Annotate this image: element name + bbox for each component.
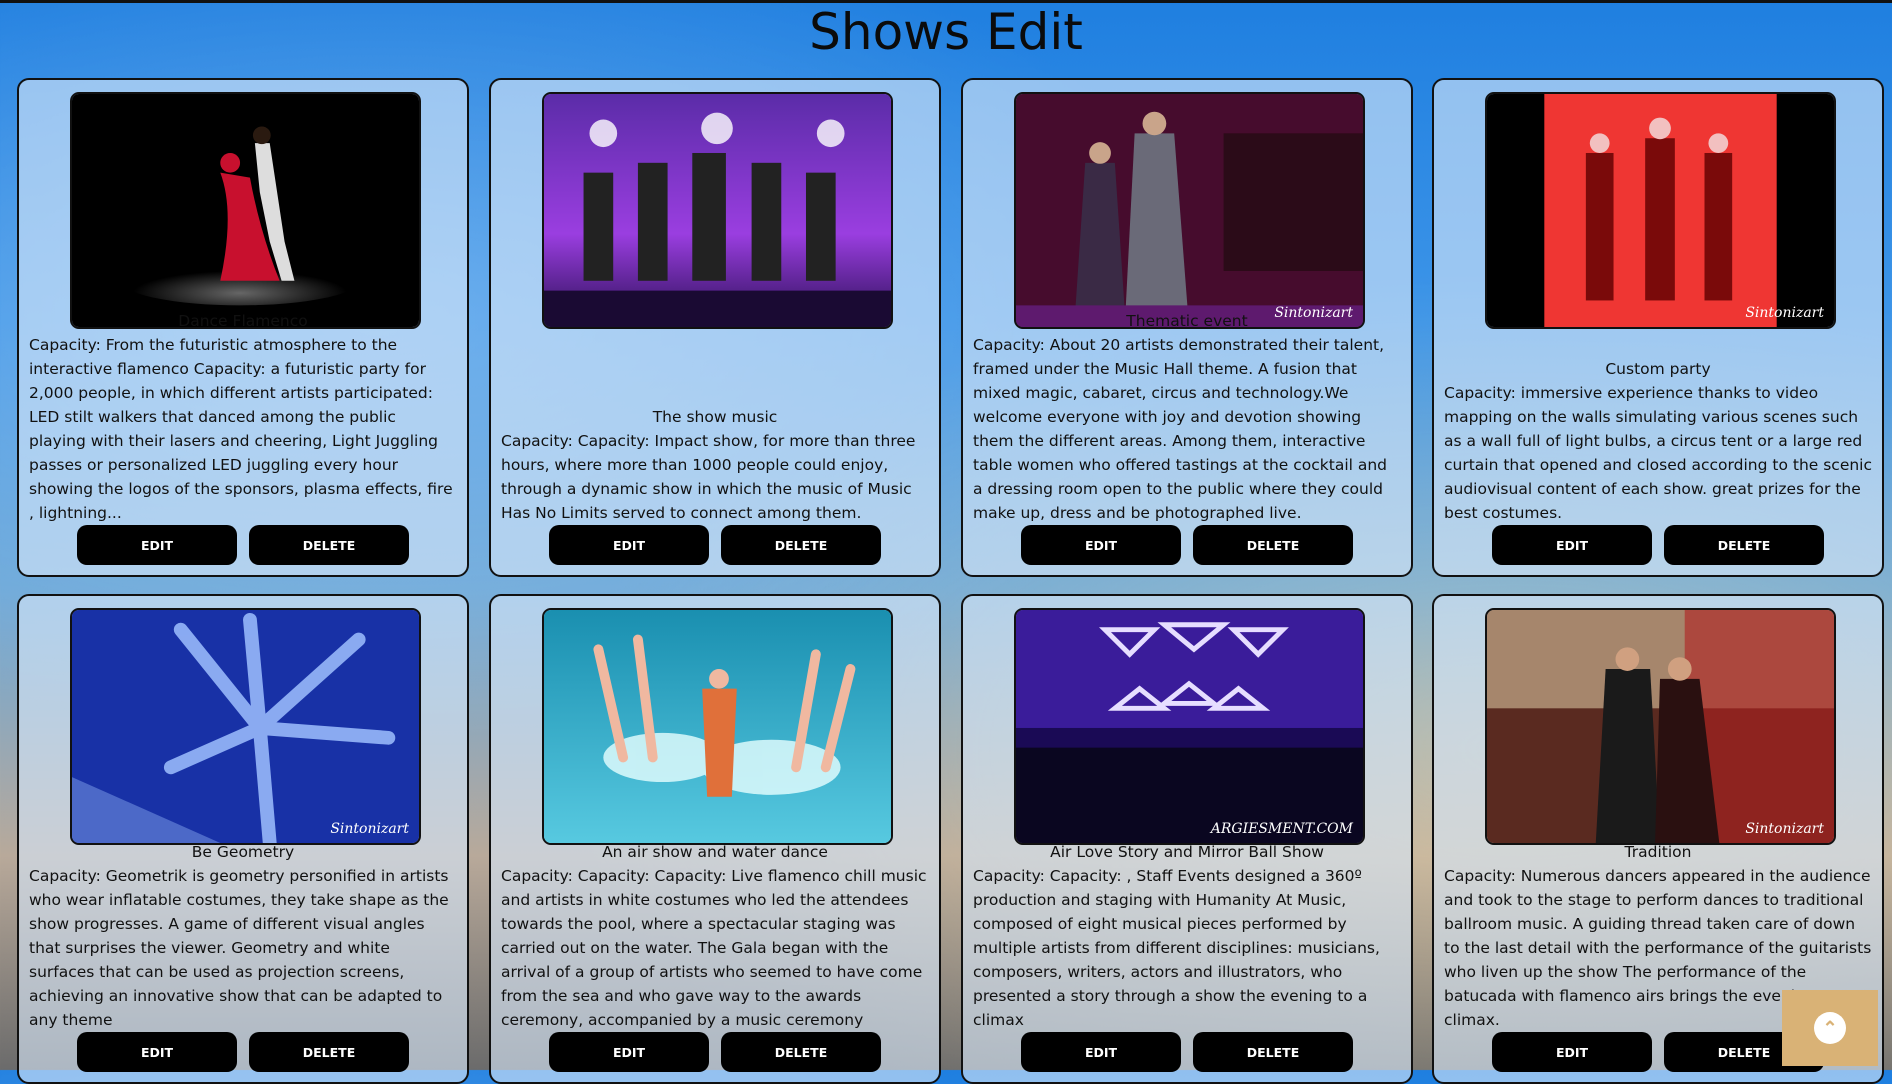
show-text: Air Love Story and Mirror Ball Show Capa…	[973, 843, 1401, 1032]
show-description: Capacity: Geometrik is geometry personif…	[29, 867, 449, 1029]
show-card: Sintonizart Be Geometry Capacity: Geomet…	[17, 594, 469, 1084]
show-text: An air show and water dance Capacity: Ca…	[501, 843, 929, 1032]
delete-button[interactable]: DELETE	[1193, 1032, 1353, 1072]
delete-button[interactable]: DELETE	[721, 1032, 881, 1072]
show-image: Sintonizart	[1485, 608, 1836, 845]
show-card: Dance Flamenco Capacity: From the futuri…	[17, 78, 469, 577]
card-actions: EDIT DELETE	[1434, 525, 1882, 565]
show-name: Thematic event	[1126, 312, 1248, 330]
show-text: Dance Flamenco Capacity: From the futuri…	[29, 312, 457, 525]
show-text: Be Geometry Capacity: Geometrik is geome…	[29, 843, 457, 1032]
edit-button[interactable]: EDIT	[549, 1032, 709, 1072]
shows-grid: Dance Flamenco Capacity: From the futuri…	[0, 0, 1892, 1084]
show-description: Capacity: Capacity: Impact show, for mor…	[501, 432, 916, 522]
card-actions: EDIT DELETE	[491, 525, 939, 565]
show-text: Custom party Capacity: immersive experie…	[1444, 332, 1872, 525]
image-watermark: Sintonizart	[1745, 821, 1824, 837]
show-description: Capacity: immersive experience thanks to…	[1444, 384, 1873, 522]
show-image: Sintonizart	[70, 608, 421, 845]
card-actions: EDIT DELETE	[491, 1032, 939, 1072]
delete-button[interactable]: DELETE	[249, 1032, 409, 1072]
show-image: Sintonizart	[1014, 92, 1365, 329]
delete-button[interactable]: DELETE	[1664, 525, 1824, 565]
card-actions: EDIT DELETE	[19, 525, 467, 565]
show-name: Air Love Story and Mirror Ball Show	[1050, 843, 1324, 861]
chevron-up-icon: ⌃	[1814, 1012, 1846, 1044]
show-name: An air show and water dance	[602, 843, 828, 861]
edit-button[interactable]: EDIT	[77, 525, 237, 565]
show-name: Be Geometry	[191, 843, 295, 861]
image-watermark: Sintonizart	[1745, 305, 1824, 321]
show-description: Capacity: Capacity: Capacity: Live flame…	[501, 867, 927, 1029]
delete-button[interactable]: DELETE	[1193, 525, 1353, 565]
show-name: Tradition	[1624, 843, 1692, 861]
show-name: Custom party	[1605, 360, 1711, 378]
show-description: Capacity: Capacity: , Staff Events desig…	[973, 867, 1380, 1029]
edit-button[interactable]: EDIT	[549, 525, 709, 565]
card-actions: EDIT DELETE	[963, 1032, 1411, 1072]
edit-button[interactable]: EDIT	[1492, 525, 1652, 565]
delete-button[interactable]: DELETE	[721, 525, 881, 565]
show-card: The show music Capacity: Capacity: Impac…	[489, 78, 941, 577]
edit-button[interactable]: EDIT	[1492, 1032, 1652, 1072]
delete-button[interactable]: DELETE	[249, 525, 409, 565]
show-text: Thematic event Capacity: About 20 artist…	[973, 312, 1401, 525]
show-card: An air show and water dance Capacity: Ca…	[489, 594, 941, 1084]
edit-button[interactable]: EDIT	[1021, 525, 1181, 565]
card-actions: EDIT DELETE	[19, 1032, 467, 1072]
show-text: The show music Capacity: Capacity: Impac…	[501, 332, 929, 525]
show-image	[542, 92, 893, 329]
show-description: Capacity: From the futuristic atmosphere…	[29, 336, 453, 522]
show-image: Sintonizart	[1485, 92, 1836, 329]
edit-button[interactable]: EDIT	[77, 1032, 237, 1072]
show-card: Sintonizart Custom party Capacity: immer…	[1432, 78, 1884, 577]
show-image	[70, 92, 421, 329]
image-watermark: ARGIESMENT.COM	[1210, 821, 1353, 837]
edit-button[interactable]: EDIT	[1021, 1032, 1181, 1072]
show-card: ARGIESMENT.COM Air Love Story and Mirror…	[961, 594, 1413, 1084]
image-watermark: Sintonizart	[330, 821, 409, 837]
show-name: Dance Flamenco	[178, 312, 308, 330]
card-actions: EDIT DELETE	[963, 525, 1411, 565]
show-name: The show music	[652, 408, 778, 426]
show-card: Sintonizart Thematic event Capacity: Abo…	[961, 78, 1413, 577]
show-image: ARGIESMENT.COM	[1014, 608, 1365, 845]
show-image	[542, 608, 893, 845]
scroll-to-top-button[interactable]: ⌃	[1782, 990, 1878, 1066]
show-description: Capacity: About 20 artists demonstrated …	[973, 336, 1388, 522]
